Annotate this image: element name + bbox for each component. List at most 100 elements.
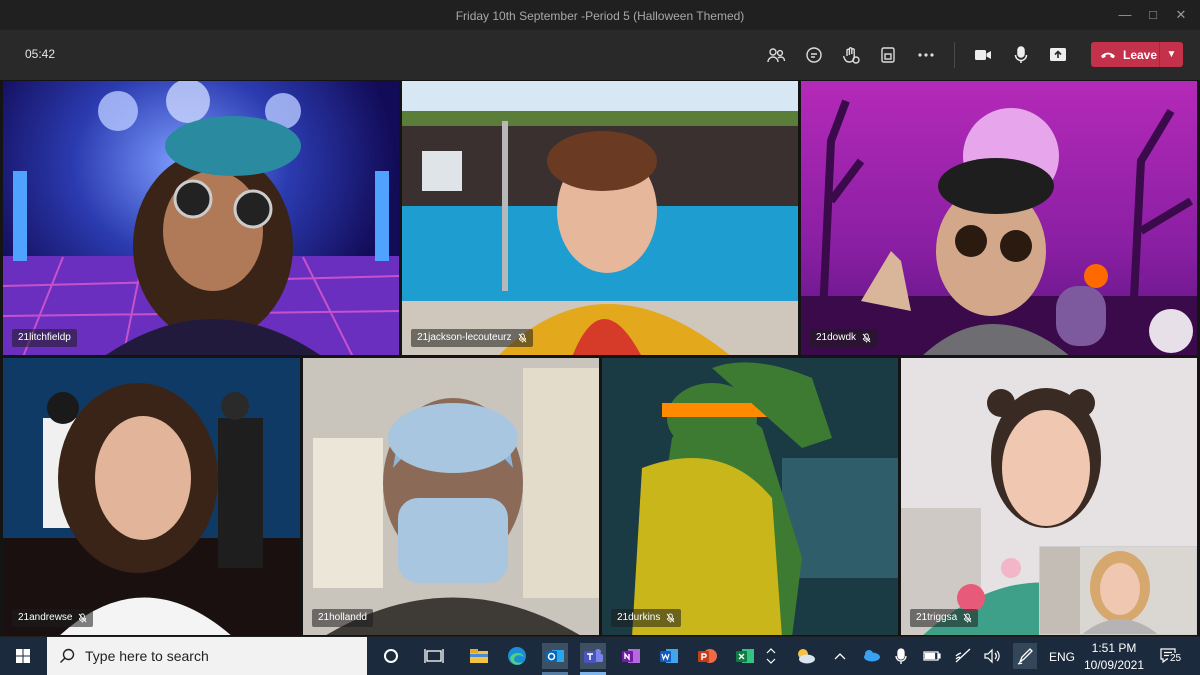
lair-background <box>602 358 898 635</box>
search-icon <box>60 648 75 663</box>
chat-icon <box>806 47 822 63</box>
participant-name: 21litchfieldp <box>18 332 71 343</box>
people-icon <box>767 48 786 63</box>
mic-muted-icon <box>79 613 87 623</box>
show-hidden-icons-button[interactable] <box>830 643 850 669</box>
participant-tile[interactable]: 21andrewse <box>2 357 301 636</box>
battery-button[interactable] <box>921 643 943 669</box>
leave-button[interactable]: Leave ▼ <box>1091 42 1183 67</box>
excel-button[interactable] <box>732 643 758 669</box>
participant-tile[interactable]: 21dowdk <box>800 80 1198 356</box>
participant-name-tag: 21litchfieldp <box>12 329 77 347</box>
taskbar-overflow-button[interactable] <box>762 643 780 669</box>
leave-main[interactable]: Leave <box>1091 42 1159 67</box>
wifi-button[interactable] <box>952 643 974 669</box>
outlook-icon <box>546 650 564 662</box>
mic-muted-icon <box>666 613 675 623</box>
windows-logo-icon <box>16 649 30 663</box>
onenote-button[interactable] <box>618 643 644 669</box>
participant-name: 21andrewse <box>18 612 73 623</box>
task-view-icon <box>424 649 444 663</box>
pool-background <box>402 81 798 355</box>
video-grid: 21litchfieldp 21jackson-lecouteurz 21dow… <box>0 80 1200 636</box>
mic-button[interactable] <box>1008 42 1034 68</box>
word-icon <box>660 649 678 663</box>
participant-name: 21triggsa <box>916 612 958 623</box>
video-feed <box>602 358 898 635</box>
powerpoint-icon <box>698 649 717 663</box>
file-explorer-icon <box>470 649 488 663</box>
file-explorer-button[interactable] <box>466 643 492 669</box>
window-title: Friday 10th September -Period 5 (Hallowe… <box>455 9 745 23</box>
participants-button[interactable] <box>763 42 789 68</box>
chevron-updown-icon <box>766 648 776 664</box>
onedrive-button[interactable] <box>860 643 882 669</box>
powerpoint-button[interactable] <box>694 643 720 669</box>
volume-button[interactable] <box>981 643 1003 669</box>
reactions-button[interactable] <box>838 42 864 68</box>
meeting-toolbar: 05:42 <box>0 30 1200 80</box>
participant-tile[interactable]: 21durkins <box>601 357 899 636</box>
clock-date[interactable]: 10/09/2021 <box>1083 658 1145 672</box>
tray-microphone-icon <box>895 648 907 664</box>
search-placeholder: Type here to search <box>85 648 209 664</box>
raise-hand-icon <box>842 47 860 64</box>
participant-tile[interactable]: 21jackson-lecouteurz <box>401 80 799 356</box>
participant-name: 21dowdk <box>816 332 857 343</box>
pen-workspace-button[interactable] <box>1013 643 1037 669</box>
rooms-button[interactable] <box>875 42 901 68</box>
cortana-circle-icon <box>384 649 398 663</box>
mic-muted-icon <box>518 333 526 343</box>
participant-name-tag: 21triggsa <box>910 609 979 627</box>
search-box[interactable]: Type here to search <box>47 637 367 675</box>
clock-time[interactable]: 1:51 PM <box>1083 641 1145 655</box>
video-feed <box>801 81 1197 355</box>
battery-icon <box>923 651 941 661</box>
teams-button[interactable] <box>580 643 606 669</box>
self-view-feed <box>1040 547 1196 634</box>
halloween-background <box>801 99 1197 355</box>
cortana-button[interactable] <box>378 643 404 669</box>
teams-icon <box>584 649 603 663</box>
excel-icon <box>736 649 754 663</box>
language-indicator[interactable]: ENG <box>1046 650 1078 664</box>
camera-button[interactable] <box>970 42 996 68</box>
participant-name-tag: 21andrewse <box>12 609 94 627</box>
participant-name: 21durkins <box>617 612 661 623</box>
share-screen-icon <box>1050 48 1066 61</box>
self-view-video[interactable] <box>1039 546 1197 635</box>
weather-button[interactable] <box>792 643 818 669</box>
pen-icon <box>1017 648 1033 665</box>
hang-up-icon <box>1101 52 1115 58</box>
breakout-rooms-icon <box>881 47 895 63</box>
weather-icon <box>798 649 815 664</box>
action-center-button[interactable]: 25 <box>1156 643 1186 669</box>
chat-button[interactable] <box>801 42 827 68</box>
participant-tile[interactable]: 21litchfieldp <box>2 80 400 356</box>
participant-tile[interactable]: 21hollandd <box>302 357 600 636</box>
more-actions-button[interactable] <box>913 42 939 68</box>
start-button[interactable] <box>10 643 36 669</box>
meeting-timer: 05:42 <box>25 47 56 61</box>
maximize-button[interactable]: □ <box>1144 6 1162 24</box>
mic-muted-icon <box>963 613 972 623</box>
edge-button[interactable] <box>504 643 530 669</box>
minimize-button[interactable]: — <box>1116 6 1134 24</box>
wifi-icon <box>955 648 971 663</box>
task-view-button[interactable] <box>421 643 447 669</box>
outlook-button[interactable] <box>542 643 568 669</box>
disco-background <box>3 81 399 355</box>
participant-name-tag: 21jackson-lecouteurz <box>411 329 533 347</box>
participant-tile[interactable]: 21triggsa <box>900 357 1198 636</box>
video-feed <box>3 81 399 355</box>
chevron-down-icon[interactable]: ▼ <box>1160 49 1183 60</box>
video-feed <box>303 358 599 635</box>
word-button[interactable] <box>656 643 682 669</box>
share-button[interactable] <box>1045 42 1071 68</box>
chevron-up-icon <box>834 653 846 660</box>
tray-mic-button[interactable] <box>891 643 911 669</box>
microphone-icon <box>1014 46 1028 63</box>
video-feed <box>402 81 798 355</box>
close-button[interactable]: ✕ <box>1172 6 1190 24</box>
leave-label: Leave <box>1123 47 1158 62</box>
